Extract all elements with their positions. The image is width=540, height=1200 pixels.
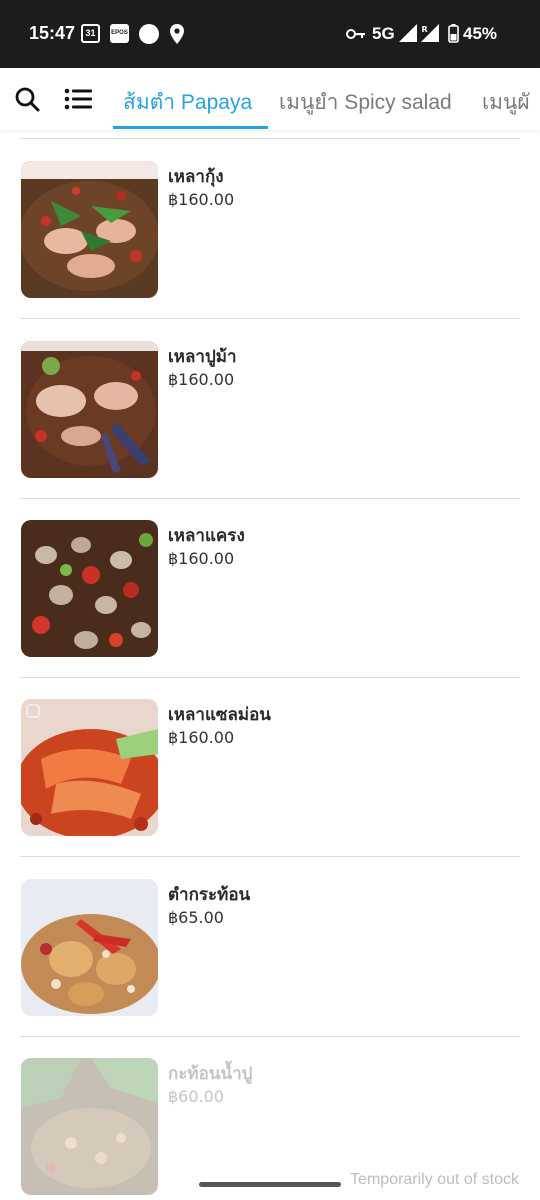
svg-text:R: R [422,25,428,34]
tab-papaya[interactable]: ส้มตำ Papaya [123,86,252,119]
list-icon[interactable] [64,87,92,111]
home-indicator[interactable] [199,1182,341,1187]
item-price: ฿160.00 [168,190,235,209]
item-name: เหลากุ้ง [168,167,224,187]
menu-item[interactable]: เหลากุ้ง ฿160.00 [20,139,520,319]
vpn-key-icon [346,29,365,39]
food-photo-shrimp [21,161,158,298]
item-name: เหลาแครง [168,526,245,546]
search-icon[interactable] [14,86,40,112]
battery-icon [448,24,459,43]
item-price: ฿160.00 [168,370,235,389]
menu-item[interactable]: เหลาแซลม่อน ฿160.00 [20,677,520,857]
battery-percent: 45% [463,24,498,43]
item-price: ฿65.00 [168,908,224,927]
item-name: เหลาแซลม่อน [168,705,271,725]
food-photo-santol [21,879,158,1016]
item-price: ฿60.00 [168,1087,224,1106]
status-time: 15:47 [29,23,76,43]
food-photo-crab [21,341,158,478]
signal-icon [399,24,417,42]
status-bar: 15:47 31 EPOS 5G R 45% [0,0,540,68]
food-photo-salmon [21,699,158,836]
tab-next-category[interactable]: เมนูผั [482,86,530,119]
item-name: กะท้อนน้ำปู [168,1064,253,1084]
epos-app-icon: EPOS [110,24,129,43]
out-of-stock-label: Temporarily out of stock [350,1171,519,1188]
tab-spicy-salad[interactable]: เมนูยำ Spicy salad [279,86,452,119]
food-photo-santol-crab [21,1058,158,1195]
roaming-signal-icon: R [421,24,439,42]
food-photo-cockles [21,520,158,657]
menu-item[interactable]: เหลาแครง ฿160.00 [20,498,520,678]
item-price: ฿160.00 [168,728,235,747]
item-price: ฿160.00 [168,549,235,568]
menu-item[interactable]: ตำกระท้อน ฿65.00 [20,857,520,1037]
category-bar: ส้มตำ Papaya เมนูยำ Spicy salad เมนูผั [0,68,540,130]
circle-notification-icon [139,24,159,44]
calendar-icon: 31 [81,24,100,43]
item-name: เหลาปูม้า [168,347,237,367]
active-tab-indicator [113,126,268,129]
location-pin-icon [170,24,184,44]
item-name: ตำกระท้อน [168,885,251,905]
menu-item[interactable]: เหลาปูม้า ฿160.00 [20,319,520,499]
network-type: 5G [372,24,395,43]
